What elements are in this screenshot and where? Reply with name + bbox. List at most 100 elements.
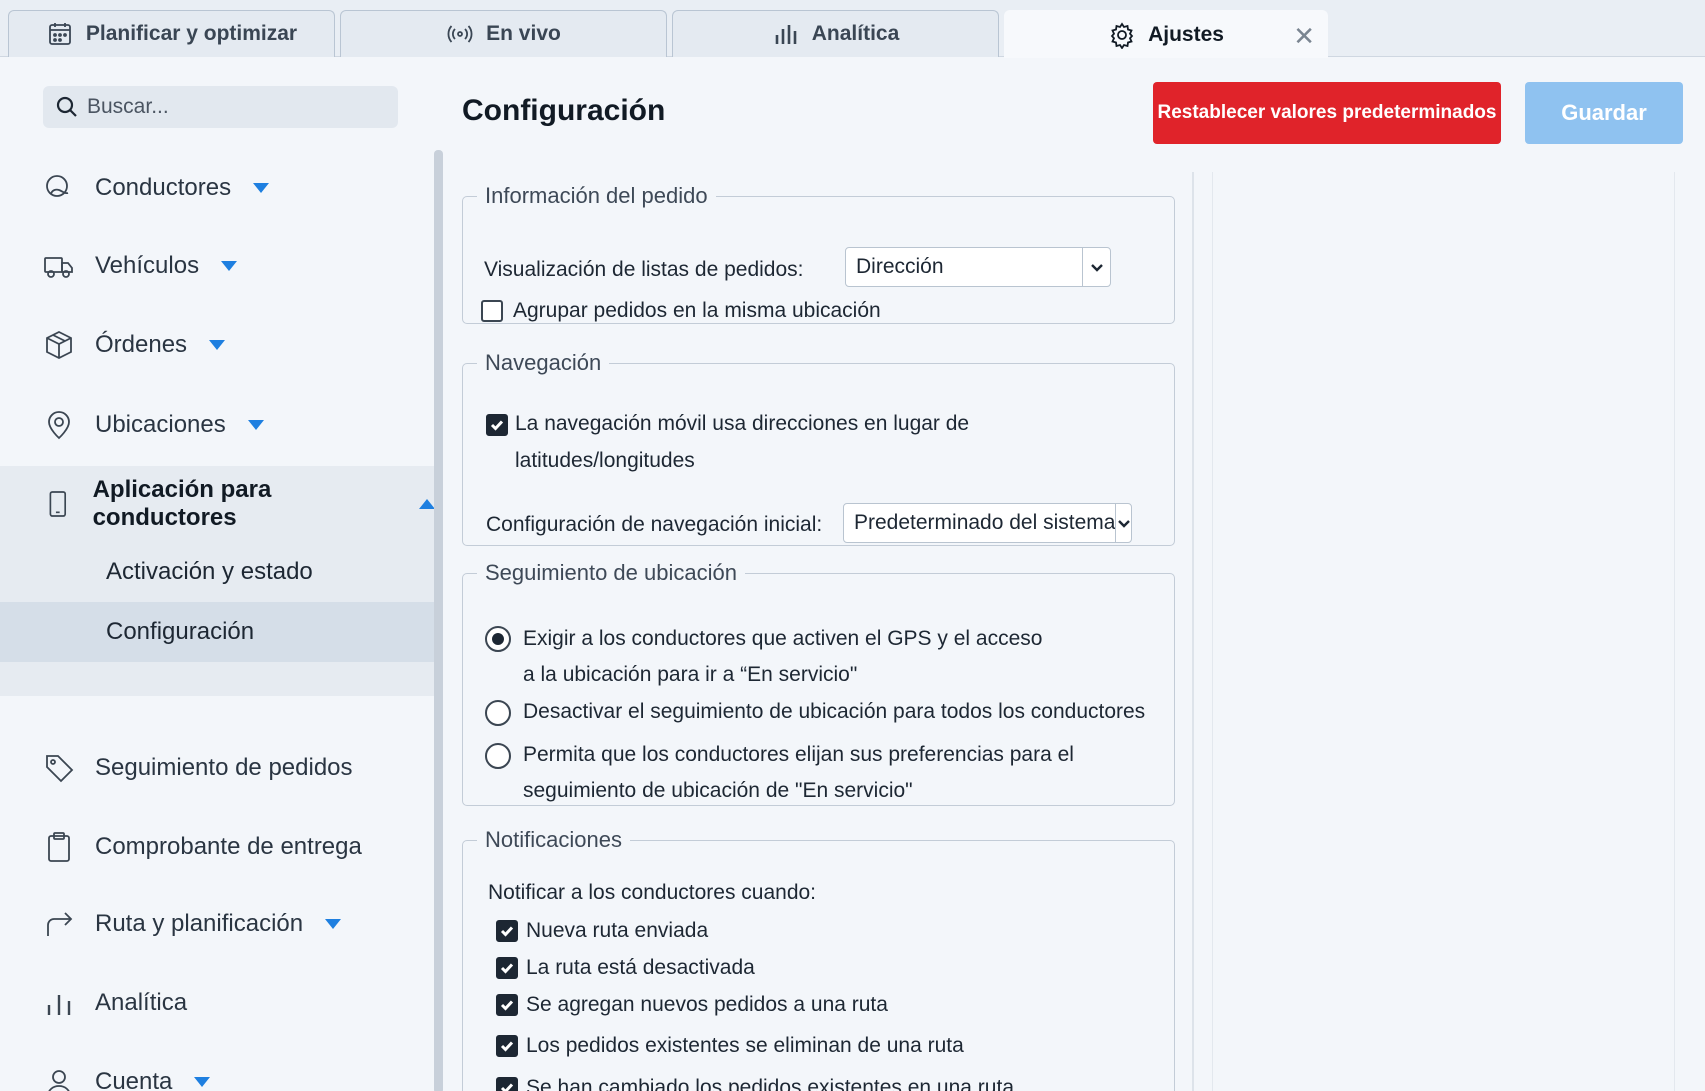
check-icon [500, 926, 514, 937]
chevron-down-icon [253, 183, 270, 193]
section-order-info: Información del pedido Visualización de … [462, 183, 1175, 324]
tracking-option-disable-label: Desactivar el seguimiento de ubicación p… [523, 700, 1146, 723]
notification-row[interactable]: La ruta está desactivada [496, 956, 755, 980]
group-orders-row[interactable]: Agrupar pedidos en la misma ubicación [481, 299, 881, 323]
notification-checkbox[interactable] [496, 994, 518, 1016]
sidebar-item-locations[interactable]: Ubicaciones [0, 395, 435, 455]
sidebar-item-analytics[interactable]: Analítica [0, 973, 435, 1033]
tab-label: En vivo [486, 22, 561, 45]
sidebar-item-vehicles[interactable]: Vehículos [0, 236, 435, 296]
truck-icon [44, 257, 73, 278]
sidebar-item-label: Seguimiento de pedidos [95, 754, 353, 781]
mobile-nav-addresses-checkbox[interactable] [486, 414, 508, 436]
sidebar-item-label: Aplicación para conductores [92, 476, 272, 531]
select-value: Predeterminado del sistema [854, 511, 1116, 534]
reset-defaults-button[interactable]: Restablecer valores predeterminados [1153, 82, 1501, 144]
notification-row[interactable]: Se agregan nuevos pedidos a una ruta [496, 993, 888, 1017]
calendar-icon [48, 23, 71, 45]
sidebar-item-label: Cuenta [95, 1068, 173, 1091]
section-location-tracking: Seguimiento de ubicación Exigir a los co… [462, 560, 1175, 806]
sidebar: Conductores Vehículos Órdenes Ubicacione… [0, 58, 443, 1091]
order-list-display-select[interactable]: Dirección [845, 247, 1111, 287]
tab-label: Planificar y optimizar [85, 22, 298, 45]
select-value: Dirección [856, 255, 944, 278]
chevron-down-icon [1115, 504, 1131, 542]
chevron-down-icon [221, 261, 238, 271]
chevron-down-icon [1082, 248, 1110, 286]
bar-chart-icon [775, 25, 797, 44]
drivers-icon [46, 175, 69, 197]
search-box [43, 86, 398, 128]
sidebar-group-driver-app: Aplicación para conductores Activación y… [0, 466, 435, 696]
sidebar-item-label: Ruta y planificación [95, 910, 304, 937]
section-navigation: Navegación La navegación móvil usa direc… [462, 350, 1175, 546]
tracking-option-driver-choice-label-cont: seguimiento de ubicación de "En servicio… [523, 779, 913, 802]
tab-settings[interactable]: Ajustes ✕ [1004, 10, 1328, 58]
check-icon [500, 1000, 514, 1011]
check-icon [490, 420, 504, 431]
chevron-down-icon [325, 919, 342, 929]
broadcast-icon [447, 25, 473, 43]
tracking-option-disable-radio[interactable] [485, 700, 511, 726]
preview-pane [1212, 172, 1675, 1091]
notification-label: Se agregan nuevos pedidos a una ruta [526, 993, 888, 1016]
page-title: Configuración [462, 94, 666, 127]
sidebar-item-proof-of-delivery[interactable]: Comprobante de entrega [0, 817, 435, 877]
sidebar-item-order-tracking[interactable]: Seguimiento de pedidos [0, 738, 435, 798]
tracking-option-require-gps-label: Exigir a los conductores que activen el … [523, 627, 1043, 650]
sidebar-subitem-configuration[interactable]: Configuración [0, 602, 435, 662]
sidebar-item-orders[interactable]: Órdenes [0, 315, 435, 375]
notification-row[interactable]: Se han cambiado los pedidos existentes e… [496, 1076, 1014, 1091]
tracking-option-driver-choice-label: Permita que los conductores elijan sus p… [523, 743, 1074, 766]
sidebar-item-label: Comprobante de entrega [95, 833, 362, 860]
box-icon [46, 330, 72, 360]
sidebar-item-label: Órdenes [95, 331, 188, 358]
sidebar-item-driver-app[interactable]: Aplicación para conductores [0, 474, 435, 534]
location-pin-icon [48, 411, 70, 440]
section-legend: Seguimiento de ubicación [485, 560, 737, 585]
check-icon [500, 1083, 514, 1091]
notification-checkbox[interactable] [496, 1035, 518, 1057]
check-icon [500, 963, 514, 974]
section-legend: Navegación [485, 350, 602, 375]
section-legend: Notificaciones [485, 827, 622, 852]
tab-label: Analítica [811, 22, 900, 45]
group-orders-checkbox[interactable] [481, 300, 503, 322]
notification-checkbox[interactable] [496, 957, 518, 979]
tracking-option-require-gps-label-cont: a la ubicación para ir a “En servicio" [523, 663, 858, 686]
notification-row[interactable]: Los pedidos existentes se eliminan de un… [496, 1034, 964, 1058]
notification-label: Se han cambiado los pedidos existentes e… [526, 1076, 1014, 1091]
tab-label: Ajustes [1148, 22, 1224, 46]
clipboard-icon [48, 832, 70, 862]
notification-row[interactable]: Nueva ruta enviada [496, 919, 708, 943]
notification-checkbox[interactable] [496, 920, 518, 942]
chevron-up-icon [419, 499, 435, 509]
tab-plan-optimize[interactable]: Planificar y optimizar [8, 10, 335, 57]
notification-checkbox[interactable] [496, 1077, 518, 1091]
tab-analytics[interactable]: Analítica [672, 10, 999, 57]
group-orders-label: Agrupar pedidos en la misma ubicación [513, 299, 881, 322]
notification-label: La ruta está desactivada [526, 956, 755, 979]
tracking-option-require-gps-radio[interactable] [485, 626, 511, 652]
search-input[interactable] [87, 95, 377, 119]
chevron-down-icon [209, 340, 226, 350]
sidebar-subitem-activation[interactable]: Activación y estado [0, 542, 435, 602]
tab-live[interactable]: En vivo [340, 10, 667, 57]
order-list-display-label: Visualización de listas de pedidos: [484, 258, 804, 281]
notifications-intro: Notificar a los conductores cuando: [488, 881, 817, 904]
close-icon[interactable]: ✕ [1293, 23, 1315, 49]
sidebar-item-route-planning[interactable]: Ruta y planificación [0, 894, 435, 954]
initial-nav-config-select[interactable]: Predeterminado del sistema [843, 503, 1132, 543]
sidebar-item-label: Conductores [95, 174, 232, 201]
section-legend: Información del pedido [485, 183, 708, 208]
sidebar-scrollbar[interactable] [434, 150, 443, 1091]
mobile-nav-addresses-label-cont: latitudes/longitudes [515, 449, 695, 472]
sidebar-item-drivers[interactable]: Conductores [0, 158, 435, 218]
tag-icon [46, 755, 74, 783]
tracking-option-driver-choice-radio[interactable] [485, 743, 511, 769]
check-icon [500, 1041, 514, 1052]
sidebar-item-account[interactable]: Cuenta [0, 1052, 435, 1091]
save-button[interactable]: Guardar [1525, 82, 1683, 144]
tab-bar: Planificar y optimizar En vivo Analítica… [0, 0, 1705, 58]
sidebar-item-label: Ubicaciones [95, 411, 226, 438]
